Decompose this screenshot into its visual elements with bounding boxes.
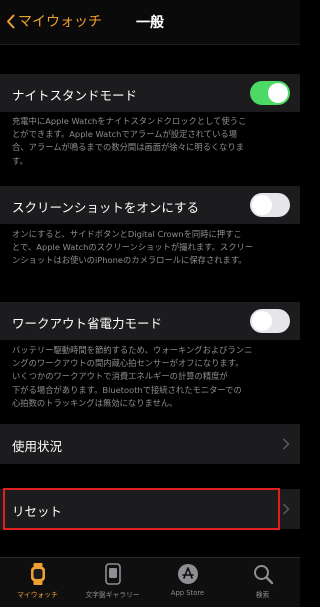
description-line: 充電中にApple Watchをナイトスタンドクロックとして使うこ — [12, 116, 247, 126]
screenshot-description: オンにすると、サイドボタンとDigital Crownを同時に押すこ とで、Ap… — [12, 228, 288, 268]
description-line: とができます。Apple Watchでアラームが設定されている場 — [12, 129, 237, 140]
tab-face-gallery[interactable]: 文字盤ギャラリー — [75, 562, 150, 599]
workout-row: ワークアウト省電力モード — [0, 302, 300, 340]
description-line: す。 — [12, 155, 28, 166]
description-line: オンにすると、サイドボタンとDigital Crownを同時に押すこ — [12, 229, 242, 239]
night-stand-label: ナイトスタンドモード — [12, 88, 138, 103]
workout-description: バッテリー駆動時間を節約するため、ウォーキングおよびランニ ングのワークアウトの… — [12, 344, 288, 410]
description-line: 下がる場合があります。Bluetoothで接続されたモニターでの — [12, 384, 242, 395]
night-stand-description: 充電中にApple Watchをナイトスタンドクロックとして使うこ とができます… — [12, 115, 288, 168]
tab-search[interactable]: 検索 — [225, 562, 300, 599]
tab-my-watch[interactable]: マイウォッチ — [0, 562, 75, 599]
toggle-knob — [252, 195, 272, 215]
night-stand-row: ナイトスタンドモード — [0, 74, 300, 112]
screenshot-row: スクリーンショットをオンにする — [0, 186, 300, 224]
toggle-knob — [252, 311, 272, 331]
chevron-right-icon — [282, 503, 290, 515]
tab-label: App Store — [170, 589, 205, 597]
reset-label: リセット — [12, 504, 63, 519]
screenshot-toggle[interactable] — [250, 193, 290, 217]
navigation-bar: マイウォッチ 一般 — [0, 0, 300, 45]
workout-label: ワークアウト省電力モード — [12, 316, 163, 331]
page-title: 一般 — [136, 15, 164, 31]
night-stand-toggle[interactable] — [250, 81, 290, 105]
app-store-icon — [177, 564, 198, 584]
tab-label: 検索 — [255, 591, 270, 599]
toggle-knob — [268, 83, 288, 103]
description-line: いくつかのワークアウトで消費エネルギーの計算の精度が — [12, 371, 228, 382]
tab-label: 文字盤ギャラリー — [85, 591, 140, 599]
description-line: バッテリー駆動時間を節約するため、ウォーキングおよびランニ — [12, 345, 253, 355]
description-line: ンショットはお使いのiPhoneのカメラロールに保存されます。 — [12, 255, 247, 266]
screenshot-label: スクリーンショットをオンにする — [12, 200, 200, 215]
reset-row[interactable]: リセット — [0, 489, 300, 529]
watch-icon — [30, 563, 45, 585]
tab-bar: マイウォッチ 文字盤ギャラリー App Store 検索 — [0, 557, 300, 607]
face-gallery-icon — [104, 563, 121, 585]
search-icon — [253, 565, 273, 585]
description-line: 合、アラームが鳴るまでの数分間は画面が徐々に明るくなりま — [12, 142, 245, 153]
usage-row[interactable]: 使用状況 — [0, 424, 300, 464]
tab-label: マイウォッチ — [17, 591, 58, 599]
tab-app-store[interactable]: App Store — [150, 562, 225, 597]
usage-label: 使用状況 — [12, 439, 63, 454]
description-line: とで、Apple Watchのスクリーンショットが撮れます。スクリー — [12, 242, 254, 253]
description-line: ングのワークアウトの間内蔵心拍センサーがオフになります。 — [12, 358, 244, 369]
chevron-right-icon — [282, 438, 290, 450]
workout-toggle[interactable] — [250, 309, 290, 333]
description-line: 心拍数のトラッキングは無効になりません。 — [12, 397, 178, 408]
